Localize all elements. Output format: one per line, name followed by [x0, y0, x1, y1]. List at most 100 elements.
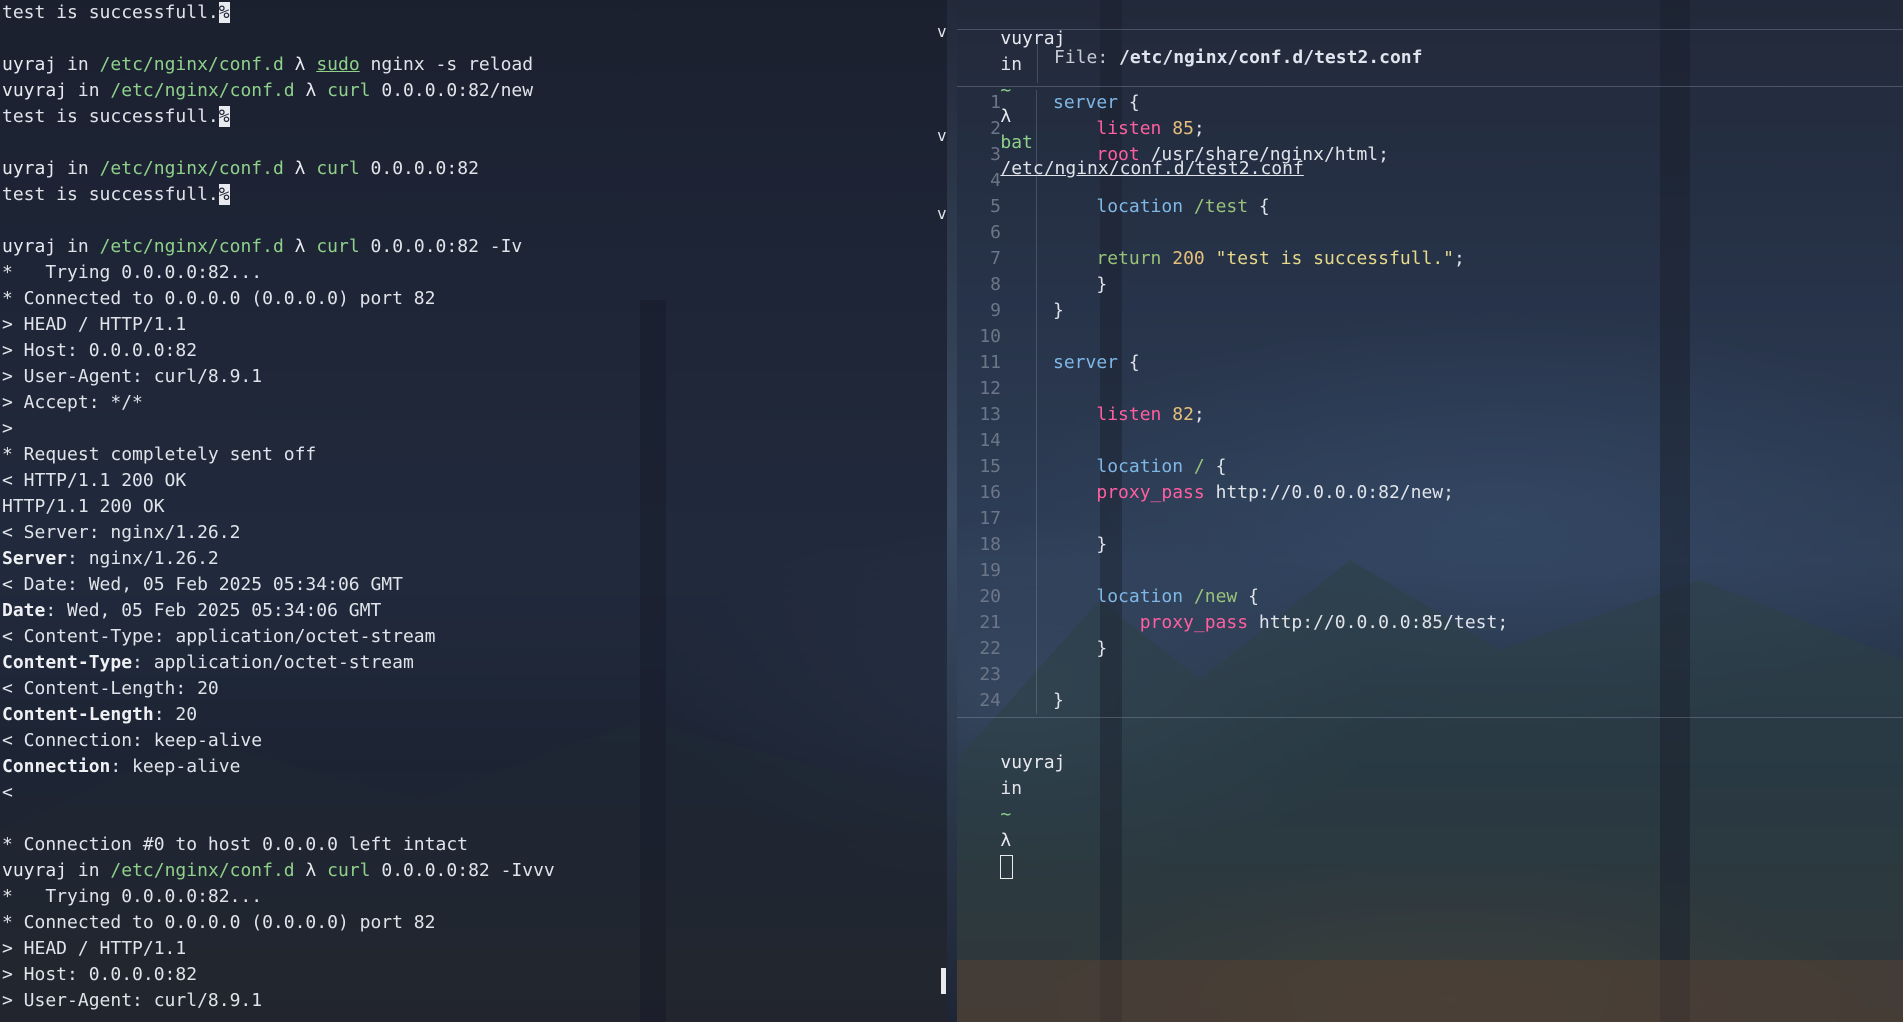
- output-text: * Trying 0.0.0.0:82...: [2, 886, 263, 907]
- output-line: > Host: 0.0.0.0:82: [0, 962, 947, 988]
- prompt-directory: /etc/nginx/conf.d: [99, 236, 284, 257]
- output-text: <: [2, 782, 13, 803]
- prompt-in: in: [77, 860, 100, 881]
- code-line: location /new {: [1053, 584, 1508, 610]
- left-terminal-pane[interactable]: test is successfull.% uyraj in /etc/ngin…: [0, 0, 947, 1022]
- code-token: /usr/share/nginx/html;: [1139, 144, 1389, 165]
- code-token: http://0.0.0.0:82/new;: [1204, 482, 1454, 503]
- output-text: > User-Agent: curl/8.9.1: [2, 990, 263, 1011]
- output-text: < HTTP/1.1 200 OK: [2, 470, 187, 491]
- response-header-line: Content-Length: 20: [0, 702, 947, 728]
- code-token: ;: [1193, 404, 1205, 425]
- code-line: server {: [1053, 350, 1508, 376]
- header-key: Server: [2, 548, 68, 569]
- output-line: * Trying 0.0.0.0:82...: [0, 260, 947, 286]
- code-token: ;: [1193, 118, 1205, 139]
- scrollbar-thumb[interactable]: [941, 968, 946, 994]
- output-line: test is successfull.%: [0, 104, 947, 130]
- end-of-output-marker: %: [218, 106, 230, 127]
- prompt-user: uyraj: [2, 236, 57, 257]
- output-line: * Connected to 0.0.0.0 (0.0.0.0) port 82: [0, 910, 947, 936]
- prompt-arguments: nginx -s reload: [370, 54, 534, 75]
- output-text: * Connected to 0.0.0.0 (0.0.0.0) port 82: [2, 288, 436, 309]
- prompt-lambda: λ: [305, 80, 317, 101]
- header-key: Connection: [2, 756, 111, 777]
- file-path: /etc/nginx/conf.d/test2.conf: [1119, 47, 1423, 68]
- prompt-command: curl: [316, 236, 360, 257]
- line-number: 12: [979, 378, 1001, 399]
- code-token: {: [1118, 352, 1140, 373]
- prompt-lambda: λ: [294, 158, 306, 179]
- output-line: >: [0, 416, 947, 442]
- header-value: : 20: [153, 704, 198, 725]
- prompt-directory: /etc/nginx/conf.d: [99, 54, 284, 75]
- code-token: 82: [1172, 404, 1194, 425]
- code-token: location: [1096, 586, 1184, 607]
- code-token: root: [1096, 144, 1140, 165]
- response-header-line: Content-Type: application/octet-stream: [0, 650, 947, 676]
- prompt-command: curl: [316, 158, 360, 179]
- line-number: 5: [990, 196, 1001, 217]
- line-number: 16: [979, 482, 1001, 503]
- output-text: test is successfull.: [2, 106, 219, 127]
- code-token: }: [1053, 638, 1108, 659]
- prompt-in: in: [77, 80, 100, 101]
- terminal-cursor[interactable]: [1000, 855, 1014, 879]
- line-number: 24: [979, 690, 1001, 711]
- header-key: Content-Length: [2, 704, 154, 725]
- code-token: listen: [1096, 118, 1162, 139]
- code-token: {: [1237, 586, 1259, 607]
- output-text: < Connection: keep-alive: [2, 730, 263, 751]
- prompt-directory: /etc/nginx/conf.d: [110, 860, 295, 881]
- code-token: {: [1248, 196, 1270, 217]
- line-number: 4: [990, 170, 1001, 191]
- bat-top-rule: [957, 29, 1903, 30]
- code-token: }: [1053, 534, 1108, 555]
- end-of-output-marker: %: [218, 184, 230, 205]
- code-token: {: [1204, 456, 1227, 477]
- output-text: test is successfull.: [2, 2, 219, 23]
- code-token: return: [1096, 248, 1162, 269]
- prompt-command: curl: [327, 80, 371, 101]
- output-text: * Connection #0 to host 0.0.0.0 left int…: [2, 834, 468, 855]
- code-token: /: [1193, 456, 1205, 477]
- prompt-directory: ~: [1000, 804, 1012, 825]
- prompt-lambda: λ: [1000, 830, 1012, 851]
- code-token: proxy_pass: [1096, 482, 1205, 503]
- line-number: 18: [979, 534, 1001, 555]
- code-token: /new: [1193, 586, 1238, 607]
- code-token: proxy_pass: [1139, 612, 1249, 633]
- pane-divider[interactable]: [947, 0, 957, 1022]
- command-prompt-line: uyraj in /etc/nginx/conf.d λ sudo nginx …: [0, 52, 947, 78]
- bat-file-header: File: /etc/nginx/conf.d/test2.conf: [957, 33, 1903, 83]
- output-text: < Content-Length: 20: [2, 678, 219, 699]
- output-line: > User-Agent: curl/8.9.1: [0, 364, 947, 390]
- right-terminal-pane[interactable]: vuyraj in ~ λ bat /etc/nginx/conf.d/test…: [957, 0, 1903, 1022]
- prompt-lambda: λ: [294, 54, 306, 75]
- file-label: File:: [1054, 47, 1109, 68]
- header-value: : nginx/1.26.2: [67, 548, 219, 569]
- code-line: }: [1053, 636, 1508, 662]
- prompt-lambda: λ: [305, 860, 317, 881]
- response-header-line: Connection: keep-alive: [0, 754, 947, 780]
- command-prompt-line: vuyraj in /etc/nginx/conf.d λ curl 0.0.0…: [0, 858, 947, 884]
- code-line: return 200 "test is successfull.";: [1053, 246, 1508, 272]
- output-text: * Trying 0.0.0.0:82...: [2, 262, 263, 283]
- command-prompt-line[interactable]: vuyraj in ~ λ: [957, 724, 1903, 879]
- output-text: >: [2, 418, 13, 439]
- output-line: < Server: nginx/1.26.2: [0, 520, 947, 546]
